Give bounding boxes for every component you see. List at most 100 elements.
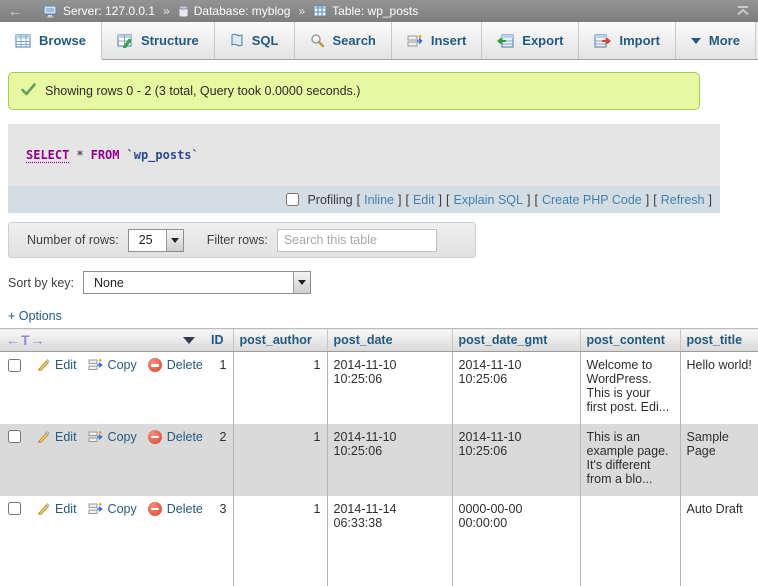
copy-icon bbox=[88, 358, 103, 372]
copy-row-link[interactable]: Copy bbox=[108, 358, 137, 372]
bracket: ] bbox=[709, 193, 712, 207]
bracket: ] bbox=[527, 193, 530, 207]
cell-post-date-gmt: 2014-11-10 10:25:06 bbox=[452, 424, 580, 496]
tab-insert-label: Insert bbox=[431, 33, 466, 48]
chevron-down-icon bbox=[691, 38, 701, 44]
edit-row-link[interactable]: Edit bbox=[55, 430, 77, 444]
cell-post-date-gmt: 2014-11-10 10:25:06 bbox=[452, 352, 580, 424]
cell-post-date: 2014-11-14 06:33:38 bbox=[327, 496, 452, 586]
copy-row-link[interactable]: Copy bbox=[108, 502, 137, 516]
insert-icon bbox=[407, 34, 423, 48]
delete-icon bbox=[148, 358, 162, 372]
tab-sql[interactable]: SQL bbox=[215, 22, 295, 59]
page-tabs: Browse Structure SQL Search Insert Expor… bbox=[0, 22, 758, 60]
tab-browse[interactable]: Browse bbox=[0, 22, 102, 60]
tab-browse-label: Browse bbox=[39, 33, 86, 48]
tab-more[interactable]: More bbox=[676, 22, 756, 59]
cell-post-title: Sample Page bbox=[680, 424, 758, 496]
row-select-checkbox[interactable] bbox=[8, 502, 21, 515]
cell-id: 1 bbox=[205, 352, 233, 424]
tab-import[interactable]: Import bbox=[579, 22, 675, 59]
breadcrumb-server[interactable]: Server: 127.0.0.1 bbox=[43, 4, 155, 18]
table-row: Edit Copy Delete 3 1 2014-11-14 06:33:38… bbox=[0, 496, 758, 586]
sql-keyword-select: SELECT bbox=[26, 148, 69, 162]
database-icon bbox=[178, 5, 189, 18]
cell-post-date-gmt: 0000-00-00 00:00:00 bbox=[452, 496, 580, 586]
edit-row-link[interactable]: Edit bbox=[55, 358, 77, 372]
query-toolbar: Profiling [ Inline ] [ Edit ] [ Explain … bbox=[8, 186, 720, 213]
results-header-row: ←T→ ID post_author post_date post_date_g… bbox=[0, 329, 758, 352]
row-select-checkbox[interactable] bbox=[8, 359, 21, 372]
breadcrumb-separator: » bbox=[298, 4, 305, 18]
row-select-checkbox[interactable] bbox=[8, 430, 21, 443]
tab-structure[interactable]: Structure bbox=[102, 22, 215, 59]
structure-icon bbox=[117, 34, 133, 48]
inline-link[interactable]: Inline bbox=[364, 193, 394, 207]
bracket: [ bbox=[446, 193, 449, 207]
column-header-post-date-gmt[interactable]: post_date_gmt bbox=[452, 329, 580, 352]
status-text: Showing rows 0 - 2 (3 total, Query took … bbox=[45, 84, 360, 98]
bracket: [ bbox=[357, 193, 360, 207]
sort-key-value: None bbox=[84, 272, 293, 293]
tab-insert[interactable]: Insert bbox=[392, 22, 482, 59]
results-table: ←T→ ID post_author post_date post_date_g… bbox=[0, 328, 758, 586]
tab-more-label: More bbox=[709, 33, 740, 48]
export-icon bbox=[497, 34, 514, 48]
edit-query-link[interactable]: Edit bbox=[413, 193, 435, 207]
tab-import-label: Import bbox=[619, 33, 659, 48]
pencil-icon bbox=[36, 358, 50, 372]
sql-table-name: `wp_posts` bbox=[127, 148, 199, 162]
refresh-link[interactable]: Refresh bbox=[661, 193, 705, 207]
column-header-post-title[interactable]: post_title bbox=[680, 329, 758, 352]
delete-row-link[interactable]: Delete bbox=[167, 502, 203, 516]
rows-control-bar: Number of rows: 25 Filter rows: bbox=[8, 222, 476, 258]
column-header-post-content[interactable]: post_content bbox=[580, 329, 680, 352]
breadcrumb-database-label: Database: myblog bbox=[194, 4, 291, 18]
column-header-id[interactable]: ID bbox=[205, 329, 233, 352]
tab-search[interactable]: Search bbox=[295, 22, 392, 59]
delete-row-link[interactable]: Delete bbox=[167, 430, 203, 444]
sql-keyword-from: FROM bbox=[91, 148, 120, 162]
sort-key-select[interactable]: None bbox=[83, 271, 311, 294]
cell-post-date: 2014-11-10 10:25:06 bbox=[327, 352, 452, 424]
cell-post-author: 1 bbox=[233, 352, 327, 424]
column-header-post-date[interactable]: post_date bbox=[327, 329, 452, 352]
rows-per-page-value: 25 bbox=[129, 230, 166, 251]
tab-export-label: Export bbox=[522, 33, 563, 48]
sort-by-key-label: Sort by key: bbox=[8, 276, 74, 290]
column-nav-icon[interactable]: ←T→ bbox=[6, 332, 46, 348]
profiling-checkbox[interactable] bbox=[286, 193, 299, 206]
delete-row-link[interactable]: Delete bbox=[167, 358, 203, 372]
tab-export[interactable]: Export bbox=[482, 22, 579, 59]
actions-header-cell: ←T→ bbox=[0, 329, 205, 352]
cell-post-content: This is an example page. It's different … bbox=[580, 424, 680, 496]
collapse-panel-icon[interactable] bbox=[736, 6, 750, 16]
result-status-message: Showing rows 0 - 2 (3 total, Query took … bbox=[8, 72, 700, 110]
explain-sql-link[interactable]: Explain SQL bbox=[453, 193, 522, 207]
bracket: ] bbox=[398, 193, 401, 207]
browse-icon bbox=[15, 34, 31, 48]
query-window: SELECT * FROM `wp_posts` Profiling [ Inl… bbox=[8, 124, 720, 213]
column-header-post-author[interactable]: post_author bbox=[233, 329, 327, 352]
back-arrow-icon[interactable]: ← bbox=[8, 3, 22, 19]
table-row: Edit Copy Delete 1 1 2014-11-10 10:25:06… bbox=[0, 352, 758, 424]
rows-per-page-select[interactable]: 25 bbox=[128, 229, 184, 252]
copy-icon bbox=[88, 430, 103, 444]
filter-rows-input[interactable] bbox=[277, 229, 437, 252]
bracket: ] bbox=[439, 193, 442, 207]
breadcrumb-table[interactable]: Table: wp_posts bbox=[313, 4, 418, 18]
copy-icon bbox=[88, 502, 103, 516]
table-row: Edit Copy Delete 2 1 2014-11-10 10:25:06… bbox=[0, 424, 758, 496]
select-arrow-icon bbox=[166, 230, 183, 251]
with-selected-dropdown-icon[interactable] bbox=[183, 337, 195, 344]
sql-query-display: SELECT * FROM `wp_posts` bbox=[8, 124, 720, 186]
pencil-icon bbox=[36, 430, 50, 444]
breadcrumb-server-label: Server: 127.0.0.1 bbox=[63, 4, 155, 18]
breadcrumb-database[interactable]: Database: myblog bbox=[178, 4, 291, 18]
server-breadcrumb-bar: ← Server: 127.0.0.1 » Database: myblog »… bbox=[0, 0, 758, 22]
copy-row-link[interactable]: Copy bbox=[108, 430, 137, 444]
edit-row-link[interactable]: Edit bbox=[55, 502, 77, 516]
create-php-code-link[interactable]: Create PHP Code bbox=[542, 193, 642, 207]
cell-post-date: 2014-11-10 10:25:06 bbox=[327, 424, 452, 496]
options-toggle-link[interactable]: + Options bbox=[8, 309, 758, 323]
